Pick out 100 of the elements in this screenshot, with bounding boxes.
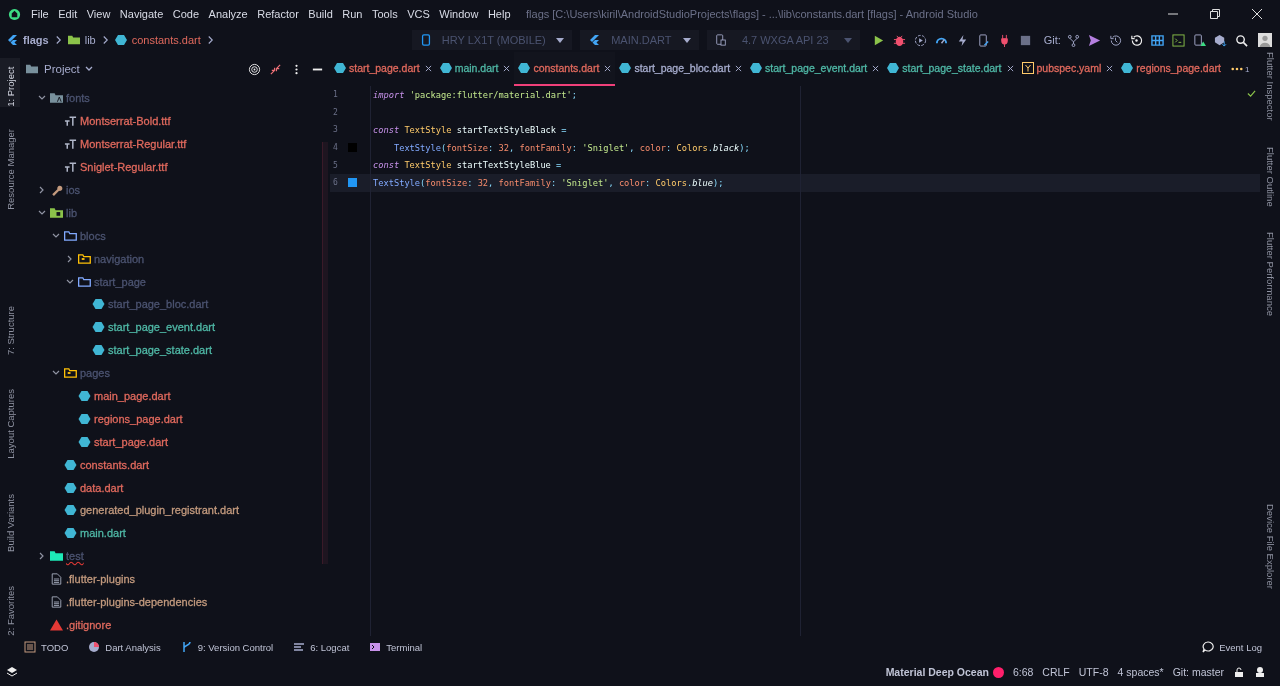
device-monitor-icon[interactable]	[1192, 33, 1206, 47]
layers-icon[interactable]	[6, 666, 18, 678]
tool-window-button[interactable]: Terminal	[369, 641, 423, 653]
menu-item[interactable]: File	[31, 8, 49, 20]
tool-window-tab[interactable]: 7: Structure	[0, 305, 20, 355]
menu-item[interactable]: Code	[172, 8, 200, 20]
tool-window-tab[interactable]: Flutter Inspector	[1264, 52, 1276, 121]
scrollbar[interactable]	[322, 142, 328, 564]
editor-tab[interactable]: start_page_bloc.dart	[615, 52, 747, 86]
tab-overflow-button[interactable]: 1	[1224, 52, 1250, 86]
tree-item[interactable]: start_page_event.dart	[108, 321, 216, 334]
menu-item[interactable]: Tools	[371, 8, 398, 20]
editor-tab[interactable]: start_page.dart	[330, 52, 436, 86]
tree-item[interactable]: generated_plugin_registrant.dart	[80, 504, 239, 517]
event-log-button[interactable]: Event Log	[1202, 641, 1262, 653]
branch-icon[interactable]	[1066, 33, 1080, 47]
breadcrumb-item[interactable]: lib	[84, 34, 96, 46]
package-icon[interactable]	[1213, 33, 1227, 47]
tree-item[interactable]: data.dart	[80, 481, 124, 494]
dart-file-icon	[334, 62, 346, 74]
tool-window-button[interactable]: 9: Version Control	[180, 641, 274, 653]
collapse-icon[interactable]	[269, 62, 282, 76]
tree-item[interactable]: start_page.dart	[94, 435, 168, 448]
tool-window-button[interactable]: TODO	[24, 641, 69, 653]
chevron-icon[interactable]	[66, 277, 74, 286]
menu-item[interactable]: Window	[439, 8, 479, 20]
inspector-icon[interactable]	[1254, 666, 1266, 678]
breadcrumb-item[interactable]: flags	[23, 34, 49, 46]
theme-name[interactable]: Material Deep Ocean	[885, 666, 989, 678]
tool-window-tab[interactable]: 1: Project	[0, 58, 20, 107]
phone-edit-icon[interactable]	[976, 33, 990, 47]
tree-item[interactable]: start_page_state.dart	[108, 344, 212, 357]
breadcrumb-item[interactable]: constants.dart	[131, 34, 201, 46]
history-icon[interactable]	[1108, 33, 1122, 47]
tree-item[interactable]: .flutter-plugins-dependencies	[66, 596, 208, 609]
play-circle-icon[interactable]	[913, 33, 927, 47]
search-icon[interactable]	[1234, 33, 1248, 47]
tool-window-tab[interactable]: Flutter Performance	[1264, 232, 1276, 317]
menu-item[interactable]: Navigate	[119, 8, 164, 20]
bug-icon[interactable]	[892, 33, 906, 47]
menu-item[interactable]: Analyze	[208, 8, 248, 20]
tree-item[interactable]: regions_page.dart	[94, 412, 183, 425]
stop-icon[interactable]	[1018, 33, 1032, 47]
tree-item[interactable]: Sniglet-Regular.ttf	[80, 161, 168, 174]
editor-tab[interactable]: start_page_state.dart	[883, 52, 1018, 86]
tree-item[interactable]: main.dart	[80, 527, 126, 540]
tool-window-button[interactable]: Dart Analysis	[88, 641, 161, 653]
terminal-icon[interactable]	[1171, 33, 1185, 47]
close-icon[interactable]	[424, 64, 432, 72]
close-icon[interactable]	[503, 64, 511, 72]
close-icon[interactable]	[604, 64, 612, 72]
tool-window-tab[interactable]: Device File Explorer	[1264, 504, 1276, 590]
project-view-dropdown[interactable]: Project	[44, 63, 80, 75]
chevron-icon[interactable]	[38, 208, 46, 217]
close-icon[interactable]	[735, 64, 743, 72]
revert-icon[interactable]	[1129, 33, 1143, 47]
tree-item[interactable]: .flutter-plugins	[66, 573, 136, 586]
tree-item[interactable]: constants.dart	[80, 458, 150, 471]
menu-item[interactable]: Edit	[58, 8, 78, 20]
tree-item[interactable]: .gitignore	[66, 618, 112, 631]
line-separator[interactable]: CRLF	[1042, 666, 1070, 678]
tool-window-tab[interactable]: Build Variants	[0, 494, 20, 553]
git-branch[interactable]: Git: master	[1172, 666, 1224, 678]
editor-tab[interactable]: regions_page.dart	[1117, 52, 1225, 86]
chevron-icon[interactable]	[38, 552, 46, 561]
close-icon[interactable]	[1252, 9, 1262, 19]
editor-tab[interactable]: pubspec.yaml	[1017, 52, 1118, 86]
lock-icon[interactable]	[1233, 666, 1245, 678]
tool-window-tab[interactable]: Resource Manager	[0, 128, 20, 210]
chevron-icon[interactable]	[38, 186, 46, 194]
close-icon[interactable]	[872, 64, 880, 72]
tool-window-tab[interactable]: 2: Favorites	[0, 586, 20, 636]
tree-item[interactable]: Montserrat-Regular.ttf	[80, 138, 187, 151]
chevron-icon[interactable]	[66, 254, 74, 263]
caret-position[interactable]: 6:68	[1012, 666, 1034, 678]
line-number: 1	[332, 90, 339, 100]
grid-icon[interactable]	[1150, 33, 1164, 47]
tree-item[interactable]: Montserrat-Bold.ttf	[80, 115, 171, 128]
menu-item[interactable]: Help	[487, 8, 511, 20]
chevron-icon[interactable]	[52, 231, 60, 240]
file-encoding[interactable]: UTF-8	[1078, 666, 1109, 678]
menu-item[interactable]: Build	[308, 8, 333, 20]
tree-item[interactable]: main_page.dart	[94, 390, 171, 402]
menu-item[interactable]: Run	[342, 8, 363, 20]
restore-icon[interactable]	[1210, 9, 1220, 19]
indent-setting[interactable]: 4 spaces*	[1117, 666, 1164, 678]
tool-window-button[interactable]: 6: Logcat	[293, 641, 350, 653]
target-icon[interactable]	[248, 62, 261, 76]
chevron-down-icon[interactable]	[84, 66, 93, 72]
send-icon[interactable]	[1087, 33, 1101, 47]
close-icon[interactable]	[1006, 64, 1014, 72]
menu-item[interactable]: Refactor	[257, 8, 299, 20]
menu-item[interactable]: VCS	[407, 8, 430, 20]
close-icon[interactable]	[1106, 64, 1114, 72]
editor-tab[interactable]: start_page_event.dart	[746, 52, 884, 86]
avatar-icon[interactable]	[1257, 33, 1272, 47]
tool-window-tab[interactable]: Layout Captures	[0, 388, 20, 459]
editor-tab[interactable]: main.dart	[435, 52, 515, 86]
menu-item[interactable]: View	[86, 8, 111, 20]
tool-window-tab[interactable]: Flutter Outline	[1264, 146, 1276, 207]
